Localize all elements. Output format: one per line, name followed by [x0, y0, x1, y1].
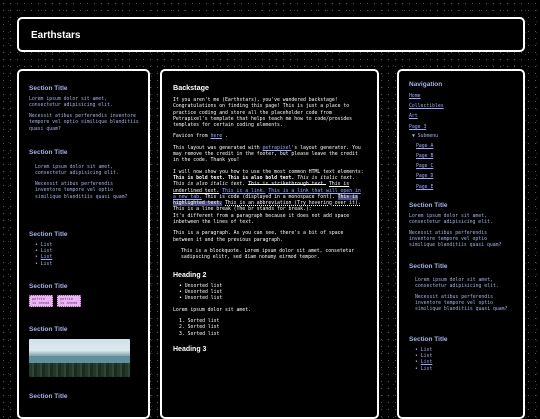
favicon-link[interactable]: here: [211, 134, 223, 139]
nav-link-page-a[interactable]: Page A: [416, 142, 513, 152]
page-heading: Backstage: [173, 83, 209, 92]
nav-link-page-e[interactable]: Page E: [416, 183, 513, 193]
nav-link-collectibles[interactable]: Collectibles: [409, 102, 513, 112]
left-section-3: Section Title List List List List: [29, 231, 141, 268]
right-section-3: Section Title List List List List: [409, 336, 513, 373]
section-text: Necessit atibus perferendis inventore te…: [409, 230, 502, 249]
paragraph: Lorem ipsum dolor sit amet.: [173, 307, 251, 313]
heading-3: Heading 3: [173, 346, 207, 354]
list-link[interactable]: List: [41, 255, 53, 260]
nav-link-page-3[interactable]: Page 3: [409, 123, 513, 133]
credit-text: This layout was generated with: [173, 145, 263, 151]
section-title: Section Title: [29, 231, 68, 238]
section-text: Lorem ipsum dolor sit amet, consectetur …: [409, 213, 493, 226]
list-link[interactable]: List: [421, 360, 433, 365]
section-text: Lorem ipsum dolor sit amet, consectetur …: [35, 165, 119, 177]
list: List List List List: [409, 348, 513, 373]
section-title: Section Title: [29, 85, 68, 92]
left-sidebar: Section Title Lorem ipsum dolor sit amet…: [17, 69, 150, 419]
section-title: Section Title: [409, 262, 448, 270]
demo-link[interactable]: This is a link.: [222, 189, 265, 194]
section-text: Lorem ipsum dolor sit amet, consectetur …: [415, 277, 499, 290]
line-break-text: This is a line break (The br stands for …: [173, 207, 312, 213]
section-title: Section Title: [409, 201, 448, 209]
favicon-suffix: .: [222, 134, 228, 140]
abbreviation-text[interactable]: This is an abbreviation (Try hovering ov…: [225, 201, 361, 206]
demo-intro: I will now show you how to use the most …: [173, 169, 364, 175]
right-section-1: Section Title Lorem ipsum dolor sit amet…: [409, 202, 513, 250]
nav-link-page-d[interactable]: Page D: [416, 172, 513, 182]
bold-text-2: This is also bold text.: [227, 175, 295, 181]
strikethrough-text: This is strikethrough text.: [248, 182, 327, 188]
nav-link-art[interactable]: Art: [409, 112, 513, 122]
text-elements-demo: I will now show you how to use the most …: [173, 170, 366, 227]
favicon-text: Favicon from: [173, 134, 211, 140]
italic-text-2: This is also italic text.: [173, 182, 246, 188]
bold-text: This is bold text.: [173, 175, 225, 181]
blockquote: This is a blockquote. Lorem ipsum dolor …: [181, 248, 355, 261]
left-section-6: Section Title: [29, 393, 141, 405]
main-content: Backstage If you aren't me (Earthstars),…: [160, 69, 379, 419]
intro-paragraph: If you aren't me (Earthstars), you've wa…: [173, 98, 353, 129]
list: List List List List: [29, 243, 141, 268]
line-break-explanation: It's different from a paragraph because …: [173, 213, 350, 226]
right-section-2: Section Title Lorem ipsum dolor sit amet…: [409, 263, 513, 314]
paragraph: This is a paragraph. As you can see, the…: [173, 231, 344, 243]
code-text: This is code (displayed in a monospace f…: [204, 194, 335, 200]
section-text: Lorem ipsum dolor sit amet, consectetur …: [29, 97, 113, 109]
left-section-1: Section Title Lorem ipsum dolor sit amet…: [29, 85, 141, 137]
section-title: Section Title: [29, 149, 68, 156]
nav-link-page-c[interactable]: Page C: [416, 162, 513, 172]
list-item: Unsorted list: [179, 296, 366, 302]
unsorted-list: Unsorted list Unsorted list Unsorted lis…: [173, 284, 366, 303]
site-badge[interactable]: petrie is ahead: [57, 295, 81, 307]
left-section-2: Section Title Lorem ipsum dolor sit amet…: [29, 149, 141, 205]
italic-text: This is italic text.: [297, 175, 355, 181]
section-title: Section Title: [29, 283, 68, 290]
navigation-title: Navigation: [409, 81, 443, 88]
left-section-4: Section Title petrie is ahead petrie is a…: [29, 283, 141, 314]
left-section-5: Section Title: [29, 326, 141, 377]
right-sidebar: Navigation Home Collectibles Art Page 3 …: [397, 69, 525, 419]
favicon-credit: Favicon from here .: [173, 134, 366, 140]
section-text: Necessit atibus perferendis inventore te…: [29, 113, 139, 132]
site-header: Earthstars: [17, 17, 525, 52]
submenu-toggle[interactable]: ▼ Submenu: [412, 134, 513, 140]
nav-link-page-b[interactable]: Page B: [416, 152, 513, 162]
petrapixel-link[interactable]: petrapixel: [263, 146, 292, 151]
section-text: Necessit atibus perferendis inventore te…: [35, 181, 128, 200]
list-item: List: [415, 367, 513, 373]
sorted-list: 1. Sorted list 2. Sorted list 3. Sorted …: [173, 319, 366, 338]
section-title: Section Title: [29, 326, 68, 333]
nav-link-home[interactable]: Home: [409, 92, 513, 102]
layout-credit: This layout was generated with petrapixe…: [173, 146, 366, 165]
section-title: Section Title: [409, 335, 448, 343]
section-title: Section Title: [29, 393, 68, 400]
site-badge[interactable]: petrie is ahead: [29, 295, 53, 307]
heading-2: Heading 2: [173, 271, 207, 279]
section-text: Necessit atibus perferendis inventore te…: [415, 294, 508, 313]
list-item: List: [35, 262, 141, 268]
landscape-image: [29, 339, 130, 377]
site-title[interactable]: Earthstars: [31, 30, 80, 41]
list-item: 3. Sorted list: [179, 331, 220, 337]
